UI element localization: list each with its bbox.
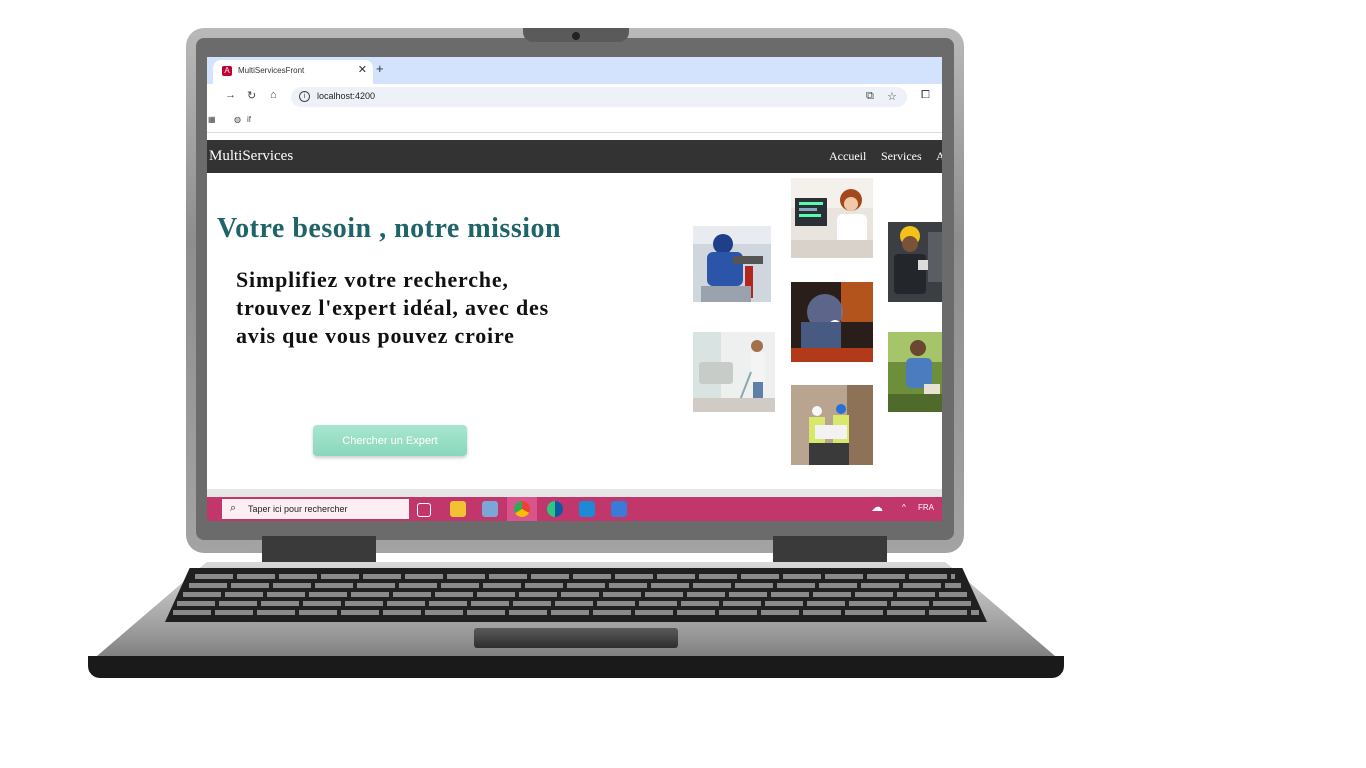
url-text: localhost:4200: [317, 91, 376, 101]
webcam-icon: [572, 32, 580, 40]
key-row: [189, 583, 961, 588]
extensions-icon[interactable]: ⧠: [921, 89, 930, 102]
nav-link-accueil[interactable]: Accueil: [829, 149, 866, 164]
translate-icon[interactable]: ⧉: [866, 90, 874, 103]
hero-subtitle: Simplifiez votre recherche, trouvez l'ex…: [236, 267, 549, 348]
language-indicator[interactable]: FRA: [918, 503, 934, 512]
weather-icon[interactable]: ☁: [871, 500, 883, 514]
bookmark-star-icon[interactable]: ☆: [887, 90, 897, 103]
photo-mechanic: [888, 222, 942, 302]
task-view-icon[interactable]: [417, 503, 431, 517]
key-row: [173, 610, 979, 615]
file-explorer-icon[interactable]: [450, 501, 466, 517]
reload-icon[interactable]: ↻: [247, 89, 256, 102]
windows-taskbar: ⌕ Taper ici pour rechercher ☁ ^ FRA: [207, 497, 942, 521]
key-row: [177, 601, 973, 606]
angular-favicon-icon: A: [222, 66, 232, 76]
laptop-hinge-right: [773, 536, 887, 566]
search-icon: ⌕: [230, 502, 237, 514]
vscode-icon[interactable]: [579, 501, 595, 517]
browser-tab[interactable]: A MultiServicesFront ✕: [213, 60, 373, 84]
browser-tab-strip: A MultiServicesFront ✕ +: [207, 57, 942, 84]
nav-link-a[interactable]: A: [936, 149, 942, 164]
laptop-base-edge: [88, 656, 1064, 678]
address-bar[interactable]: i localhost:4200 ⧉ ☆: [291, 87, 907, 107]
photo-engineers: [791, 385, 873, 465]
notepad-icon[interactable]: [482, 501, 498, 517]
tab-title: MultiServicesFront: [238, 66, 305, 75]
app-icon[interactable]: [611, 501, 627, 517]
photo-developer: [791, 178, 873, 258]
apps-icon[interactable]: ▦: [208, 115, 216, 124]
hero-title: Votre besoin , notre mission: [217, 213, 562, 244]
laptop-hinge-left: [262, 536, 376, 566]
laptop-keyboard: [165, 568, 987, 622]
photo-gardener: [888, 332, 942, 412]
home-icon[interactable]: ⌂: [270, 89, 277, 101]
new-tab-button[interactable]: +: [376, 61, 384, 76]
key-row: [183, 592, 967, 597]
laptop-screen: A MultiServicesFront ✕ + → ↻ ⌂ i localho…: [207, 57, 942, 521]
edge-icon[interactable]: [547, 501, 563, 517]
chrome-icon[interactable]: [514, 501, 530, 517]
browser-toolbar: → ↻ ⌂ i localhost:4200 ⧉ ☆ ⧠: [207, 84, 942, 110]
photo-welder: [791, 282, 873, 362]
bookmarks-bar: ▦ ◍ if: [207, 110, 942, 133]
photo-plumber: [693, 226, 771, 302]
page-scroll-strip: [207, 489, 942, 497]
laptop-touchpad: [474, 628, 678, 648]
site-info-icon[interactable]: i: [299, 91, 310, 102]
bookmark-item[interactable]: if: [247, 115, 251, 124]
chevron-up-icon[interactable]: ^: [902, 503, 906, 512]
globe-icon: ◍: [234, 115, 241, 124]
close-tab-icon[interactable]: ✕: [358, 63, 367, 76]
photo-cleaner: [693, 332, 775, 412]
site-brand[interactable]: MultiServices: [209, 148, 293, 165]
nav-link-services[interactable]: Services: [881, 149, 922, 164]
site-navbar: MultiServices Accueil Services A: [207, 140, 942, 173]
search-expert-button[interactable]: Chercher un Expert: [313, 425, 467, 456]
taskbar-search[interactable]: ⌕ Taper ici pour rechercher: [222, 499, 409, 519]
search-placeholder: Taper ici pour rechercher: [248, 504, 348, 514]
key-row: [195, 574, 955, 579]
forward-icon[interactable]: →: [225, 89, 236, 101]
